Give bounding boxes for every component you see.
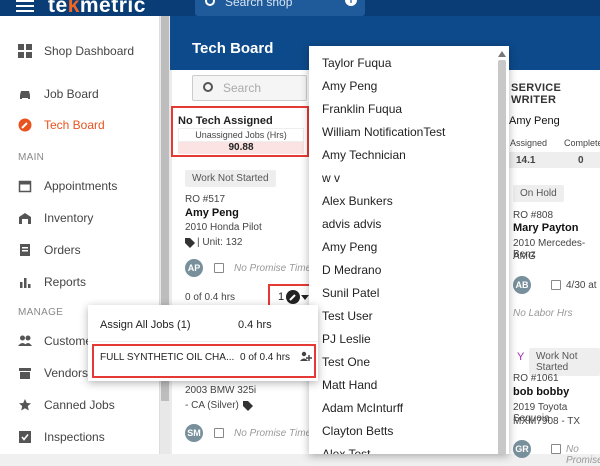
check-icon (19, 431, 31, 443)
sidebar: Shop Dashboard Job Board Tech Board MAIN… (0, 16, 160, 454)
highlight-job-item (92, 344, 316, 378)
labor-hours: No Labor Hrs (513, 308, 573, 319)
dropdown-scrollbar[interactable] (498, 60, 506, 454)
sidebar-scrollbar[interactable] (160, 16, 170, 454)
tech-search-input[interactable]: Search (192, 75, 307, 101)
tech-option[interactable]: Sunil Patel (322, 286, 379, 300)
page-title: Tech Board (192, 40, 274, 57)
divider (88, 341, 318, 342)
complete-label: Complete (564, 138, 600, 148)
ro-number: RO #808 (513, 210, 554, 221)
tech-option[interactable]: Alex Test (322, 447, 370, 454)
calendar-icon (18, 180, 32, 193)
assign-all-jobs-button[interactable]: Assign All Jobs (1) (100, 319, 190, 331)
search-icon (205, 0, 215, 6)
ro-number: RO #1061 (513, 373, 559, 384)
tech-option[interactable]: Test One (322, 355, 370, 369)
assigned-value: 14.1 (516, 155, 536, 166)
menu-icon[interactable] (16, 0, 34, 12)
vehicle: 2003 BMW 325i (185, 385, 257, 396)
sidebar-item-orders[interactable]: Orders (0, 235, 160, 265)
sidebar-item-inspections[interactable]: Inspections (0, 422, 160, 452)
ro-number: RO #517 (185, 194, 226, 205)
tech-option[interactable]: Taylor Fuqua (322, 56, 391, 70)
technician-dropdown[interactable]: Taylor Fuqua Amy Peng Franklin Fuqua Willia… (309, 46, 509, 454)
top-bar: tekmetric Search shop i (0, 0, 600, 17)
sidebar-item-appointments[interactable]: Appointments (0, 171, 160, 201)
sidebar-item-canned-jobs[interactable]: Canned Jobs (0, 390, 160, 420)
tech-option[interactable]: Franklin Fuqua (322, 102, 402, 116)
avatar: SM (185, 424, 203, 442)
highlight-no-tech (171, 106, 309, 157)
customer-name: bob bobby (513, 386, 570, 398)
people-icon (18, 335, 32, 346)
unit-number: | Unit: 132 (197, 237, 243, 248)
info-icon[interactable]: i (345, 0, 357, 6)
section-main: MAIN (18, 152, 45, 163)
promise-time: No Promise Time (234, 428, 312, 439)
tech-option[interactable]: William NotificationTest (322, 125, 445, 139)
complete-value: 0 (578, 155, 584, 166)
star-icon (19, 399, 31, 411)
tech-option[interactable]: Amy Peng (322, 240, 377, 254)
vehicle-detail: - CA (Silver) (185, 400, 239, 411)
wrench-icon (18, 118, 32, 132)
shop-search-input[interactable]: Search shop i (195, 0, 365, 16)
assigned-label: Assigned (510, 138, 548, 148)
calendar-icon (214, 428, 224, 438)
section-manage: MANAGE (18, 307, 64, 318)
tech-option[interactable]: advis advis (322, 217, 381, 231)
tag-icon (185, 238, 195, 248)
tech-option[interactable]: Matt Hand (322, 378, 377, 392)
search-icon (203, 82, 213, 92)
tech-option[interactable]: Amy Peng (322, 79, 377, 93)
hours: 0 of 0.4 hrs (185, 292, 236, 303)
status-badge: Work Not Started (529, 348, 600, 376)
service-writer-title: SERVICE WRITER (511, 82, 562, 106)
tech-option[interactable]: Clayton Betts (322, 424, 393, 438)
sidebar-item-reports[interactable]: Reports (0, 267, 160, 297)
tech-option[interactable]: Amy Technician (322, 148, 406, 162)
scroll-up-icon[interactable] (498, 51, 506, 57)
status-badge: On Hold (513, 185, 564, 202)
calendar-icon (214, 263, 224, 273)
tech-option[interactable]: Test User (322, 309, 373, 323)
tech-option[interactable]: D Medrano (322, 263, 381, 277)
tech-option[interactable]: PJ Leslie (322, 332, 371, 346)
writer-name: Amy Peng (509, 115, 560, 127)
due-date: 4/30 at (566, 280, 597, 291)
promise-time: No Promise Time (234, 263, 312, 274)
car-icon (20, 91, 30, 99)
vehicle: 2010 Honda Pilot (185, 222, 262, 233)
tech-option[interactable]: Alex Bunkers (322, 194, 393, 208)
inventory-icon (19, 213, 31, 224)
customer-name: Amy Peng (185, 207, 239, 219)
orders-icon (20, 244, 30, 256)
promise-time: No Promise (566, 444, 600, 466)
tech-option[interactable]: w v (322, 171, 340, 185)
calendar-icon (551, 280, 561, 290)
reports-icon (20, 278, 31, 288)
assign-all-hours: 0.4 hrs (238, 319, 272, 331)
sidebar-item-inventory[interactable]: Inventory (0, 203, 160, 233)
vehicle-line2: MXM7908 - TX (513, 416, 581, 427)
sidebar-item-job-board[interactable]: Job Board (0, 79, 160, 109)
dashboard-icon (18, 44, 32, 58)
tech-option[interactable]: Adam McInturff (322, 401, 403, 415)
sidebar-item-shop-dashboard[interactable]: Shop Dashboard (0, 36, 160, 66)
avatar: AB (513, 276, 531, 294)
avatar: GR (513, 440, 531, 458)
avatar: AP (185, 259, 203, 277)
calendar-icon (551, 444, 561, 454)
store-icon (19, 368, 31, 379)
status-badge: Work Not Started (185, 170, 276, 187)
tag-icon (243, 401, 253, 411)
vehicle-line2: AMG (513, 251, 536, 262)
sidebar-item-tech-board[interactable]: Tech Board (0, 110, 160, 140)
filter-icon: Y (517, 351, 525, 363)
customer-name: Mary Payton (513, 222, 579, 234)
